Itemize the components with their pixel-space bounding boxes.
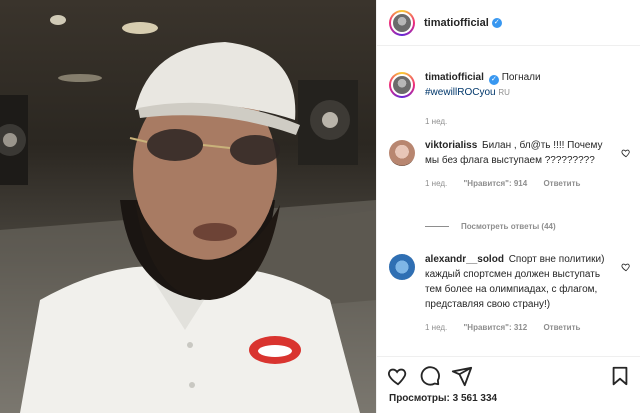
- replies-divider: [425, 226, 449, 227]
- verified-icon: ✓: [491, 17, 502, 28]
- caption-text: Погнали: [501, 72, 541, 83]
- caption-username[interactable]: timatiofficial: [425, 72, 484, 83]
- caption-time[interactable]: 1 нед.: [425, 117, 447, 126]
- comment-likes[interactable]: "Нравится": 914: [464, 179, 528, 188]
- post-header: timatiofficial ✓: [377, 0, 640, 46]
- share-icon[interactable]: [451, 365, 473, 387]
- view-replies-label[interactable]: Посмотреть ответы (44): [461, 222, 556, 231]
- comment-item: viktoriaIiss Билан , бл@ть !!!! Почему м…: [389, 138, 629, 191]
- commenter-username[interactable]: viktoriaIiss: [425, 140, 477, 151]
- commenter-username[interactable]: alexandr__solod: [425, 254, 504, 265]
- commenter-avatar[interactable]: [389, 140, 415, 166]
- reply-button[interactable]: Ответить: [543, 323, 580, 332]
- like-icon[interactable]: [387, 365, 409, 387]
- caption: timatiofficial ✓ Погнали #wewillROCyou RU…: [389, 70, 629, 129]
- like-icon[interactable]: [621, 262, 631, 272]
- comment-time[interactable]: 1 нед.: [425, 179, 447, 188]
- comment-likes[interactable]: "Нравится": 312: [464, 323, 528, 332]
- view-replies-button[interactable]: Посмотреть ответы (44): [425, 222, 556, 231]
- video-player[interactable]: [0, 0, 376, 413]
- reply-button[interactable]: Ответить: [543, 179, 580, 188]
- caption-lang-tag: RU: [498, 88, 510, 97]
- post-panel: timatiofficial ✓ timatiofficial ✓ Погнали…: [376, 0, 640, 413]
- views-count: Просмотры: 3 561 334: [389, 393, 497, 404]
- action-bar: Просмотры: 3 561 334: [377, 356, 640, 413]
- save-icon[interactable]: [609, 365, 631, 387]
- author-username[interactable]: timatiofficial: [424, 17, 489, 29]
- like-icon[interactable]: [621, 148, 631, 158]
- verified-icon: ✓: [488, 75, 499, 85]
- caption-avatar[interactable]: [389, 72, 415, 98]
- video-frame: [0, 15, 376, 413]
- caption-hashtag[interactable]: #wewillROCyou: [425, 87, 496, 98]
- comment-time[interactable]: 1 нед.: [425, 323, 447, 332]
- comment-item: alexandr__solod Спорт вне политики) кажд…: [389, 252, 629, 335]
- views-label: Просмотры:: [389, 393, 450, 404]
- comment-icon[interactable]: [419, 365, 441, 387]
- views-value: 3 561 334: [452, 393, 498, 404]
- author-avatar[interactable]: [389, 9, 415, 36]
- commenter-avatar[interactable]: [389, 254, 415, 280]
